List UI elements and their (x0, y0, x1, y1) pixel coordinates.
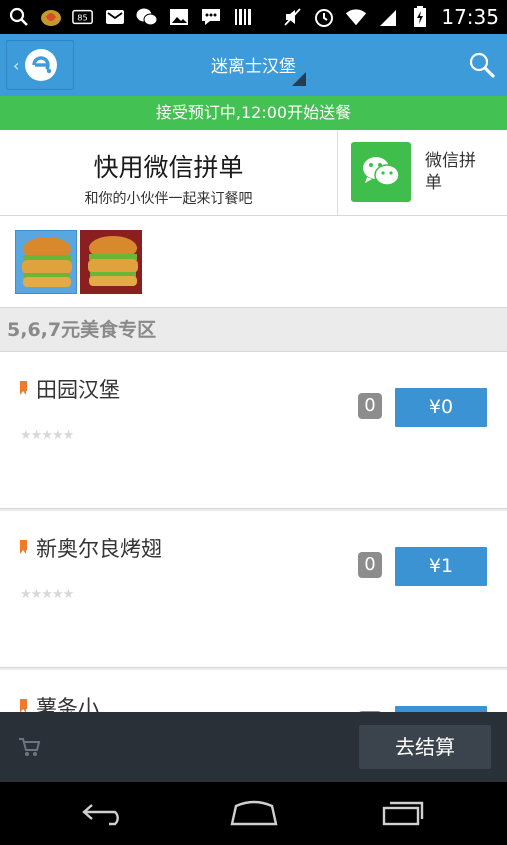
app-screen: 85 17:35 ‹ 迷离士汉堡 接受预订中,12:00开始送餐 快用微信拼单 … (0, 0, 507, 845)
android-nav-bar (0, 782, 507, 845)
mute-icon (281, 7, 303, 27)
battery-charging-icon (409, 6, 431, 27)
battery-85-icon: 85 (72, 7, 94, 27)
add-to-cart-price-button[interactable]: ¥1 (395, 547, 487, 586)
menu-item-name: 田园汉堡 (36, 378, 120, 402)
wechat-group-order-label: 微信拼单 (425, 151, 476, 193)
bookmark-flag-icon (20, 540, 27, 554)
image-icon (168, 7, 190, 27)
barcode-icon (232, 7, 254, 27)
status-bar: 85 17:35 (0, 0, 507, 34)
wechat-promo-title: 快用微信拼单 (93, 153, 244, 182)
cart-bar: 去结算 (0, 712, 507, 782)
battery-level-text: 85 (77, 13, 88, 23)
alarm-icon (313, 7, 335, 27)
burger-photo-1[interactable] (15, 230, 77, 294)
wechat-promo: 快用微信拼单 和你的小伙伴一起来订餐吧 (0, 130, 338, 216)
search-button[interactable] (467, 50, 497, 80)
menu-item[interactable]: 新奥尔良烤翅 ★★★★★ 0 ¥1 (0, 511, 507, 668)
cart-icon[interactable] (17, 736, 41, 758)
item-quantity-badge: 0 (358, 393, 382, 419)
signal-icon (377, 7, 399, 27)
checkout-button[interactable]: 去结算 (359, 725, 491, 769)
rating-stars: ★★★★★ (20, 428, 74, 443)
preorder-banner: 接受预订中,12:00开始送餐 (0, 96, 507, 130)
home-icon (230, 800, 278, 826)
back-arrow-icon (82, 804, 119, 826)
mail-icon (104, 7, 126, 27)
search-icon (469, 52, 495, 78)
wechat-promo-subtitle: 和你的小伙伴一起来订餐吧 (84, 191, 253, 207)
add-to-cart-price-button[interactable]: ¥0 (395, 388, 487, 427)
status-time: 17:35 (441, 5, 499, 29)
rating-stars: ★★★★★ (20, 587, 74, 602)
search-icon (8, 7, 30, 27)
wechat-icon (136, 7, 158, 27)
recent-apps-icon (382, 801, 424, 826)
wifi-icon (345, 7, 367, 27)
category-header: 5,6,7元美食专区 (0, 308, 507, 352)
bookmark-flag-icon (20, 699, 27, 713)
menu-item[interactable]: 田园汉堡 ★★★★★ 0 ¥0 (0, 352, 507, 509)
app-icon (40, 7, 62, 27)
title-dropdown-indicator (292, 72, 306, 86)
burger-photo-2[interactable] (80, 230, 142, 294)
promo-image-row (0, 216, 507, 308)
menu-item-name: 新奥尔良烤翅 (36, 537, 162, 561)
restaurant-title[interactable]: 迷离士汉堡 (0, 52, 507, 77)
wechat-icon (351, 142, 411, 202)
wechat-group-order-button[interactable]: 微信拼单 (338, 130, 507, 216)
bookmark-flag-icon (20, 381, 27, 395)
item-quantity-badge: 0 (358, 552, 382, 578)
recents-nav-button[interactable] (372, 796, 432, 830)
back-nav-button[interactable] (75, 796, 135, 830)
home-nav-button[interactable] (224, 796, 284, 830)
wechat-group-order-card: 快用微信拼单 和你的小伙伴一起来订餐吧 微信拼单 (0, 130, 507, 216)
top-header: ‹ 迷离士汉堡 (0, 34, 507, 96)
chat-icon (200, 7, 222, 27)
